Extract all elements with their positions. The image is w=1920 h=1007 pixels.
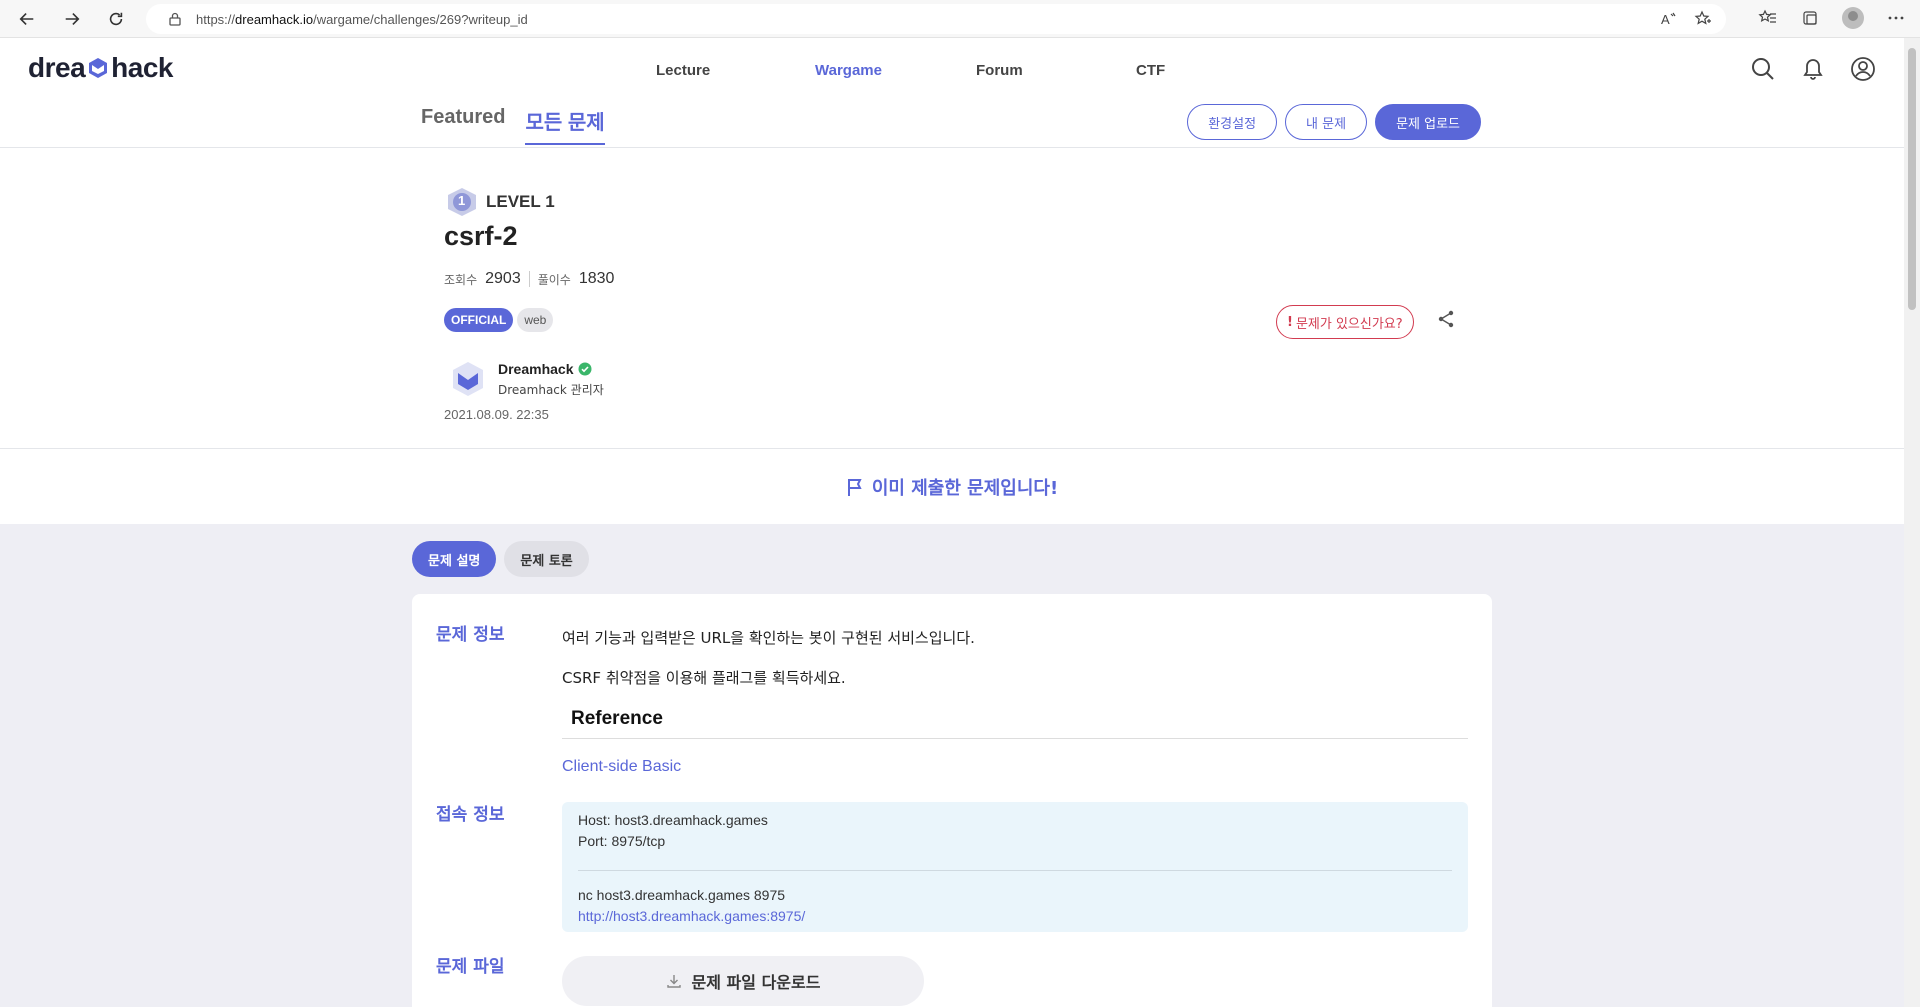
content-tabs: 문제 설명 문제 토론	[412, 541, 589, 577]
upload-problem-button[interactable]: 문제 업로드	[1375, 104, 1481, 140]
url-domain: dreamhack.io	[235, 11, 314, 27]
reference-link[interactable]: Client-side Basic	[562, 758, 681, 776]
url-text: https://dreamhack.io/wargame/challenges/…	[196, 12, 528, 27]
lock-icon	[169, 12, 181, 26]
conn-host: Host: host3.dreamhack.games	[578, 812, 768, 828]
exclamation-icon: !	[1287, 314, 1293, 330]
sub-tabs: Featured 모든 문제	[421, 106, 605, 145]
user-icon[interactable]	[1850, 56, 1876, 82]
created-date: 2021.08.09. 22:35	[444, 407, 549, 422]
info-line-1: 여러 기능과 입력받은 URL을 확인하는 봇이 구현된 서비스입니다.	[562, 629, 975, 647]
read-aloud-icon[interactable]: A	[1660, 10, 1678, 28]
author[interactable]: Dreamhack Dreamhack 관리자	[448, 359, 604, 399]
views-label: 조회수	[444, 272, 478, 287]
author-role: Dreamhack 관리자	[498, 382, 604, 397]
nav-forum[interactable]: Forum	[976, 62, 1023, 79]
solves-label: 풀이수	[537, 272, 571, 287]
bell-icon[interactable]	[1800, 56, 1826, 82]
conn-nc-command: nc host3.dreamhack.games 8975	[578, 887, 786, 903]
nav-ctf[interactable]: CTF	[1136, 62, 1165, 79]
logo-mark-icon	[89, 58, 108, 78]
download-file-button[interactable]: 문제 파일 다운로드	[562, 956, 924, 1006]
more-icon[interactable]	[1886, 8, 1906, 28]
share-icon[interactable]	[1436, 309, 1456, 329]
my-problems-button[interactable]: 내 문제	[1285, 104, 1368, 140]
info-section-label: 문제 정보	[436, 625, 505, 645]
submitted-banner: 이미 제출한 문제입니다!	[0, 450, 1904, 524]
level-indicator: 1 LEVEL 1	[444, 187, 555, 217]
connection-info-box: Host: host3.dreamhack.games Port: 8975/t…	[562, 802, 1468, 932]
level-number: 1	[458, 193, 466, 208]
author-avatar	[453, 362, 483, 396]
author-name: Dreamhack	[498, 360, 574, 377]
problem-card: 문제 정보 여러 기능과 입력받은 URL을 확인하는 봇이 구현된 서비스입니…	[412, 594, 1492, 1007]
reference-heading: Reference	[562, 708, 1468, 739]
tag-official[interactable]: OFFICIAL	[444, 308, 514, 332]
challenge-tags: OFFICIAL web	[444, 308, 554, 332]
logo-text-right: hack	[111, 52, 173, 83]
tab-featured[interactable]: Featured	[421, 106, 505, 145]
profile-avatar[interactable]	[1842, 7, 1864, 29]
logo-text-left: drea	[28, 52, 86, 83]
reload-icon	[109, 12, 123, 26]
verified-check-icon	[578, 362, 591, 375]
tag-web[interactable]: web	[517, 308, 554, 332]
report-label: 문제가 있으신가요?	[1295, 316, 1403, 332]
conn-divider	[578, 870, 1452, 871]
forward-button[interactable]	[61, 8, 83, 30]
dreamhack-logo[interactable]: drea hack	[28, 52, 173, 84]
challenge-header: 1 LEVEL 1 csrf-2 조회수 2903 풀이수 1830 OFFIC…	[0, 149, 1904, 449]
favorite-star-icon[interactable]	[1694, 10, 1712, 28]
scrollbar-thumb[interactable]	[1908, 48, 1916, 310]
level-label: LEVEL 1	[486, 192, 555, 211]
views-count: 2903	[485, 270, 521, 287]
info-line-2: CSRF 취약점을 이용해 플래그를 획득하세요.	[562, 669, 846, 687]
tab-discussion[interactable]: 문제 토론	[504, 541, 589, 577]
download-icon	[666, 975, 681, 988]
conn-port: Port: 8975/tcp	[578, 833, 666, 849]
report-problem-button[interactable]: ! 문제가 있으신가요?	[1276, 305, 1414, 339]
collections-icon[interactable]	[1800, 8, 1820, 28]
tab-all-problems[interactable]: 모든 문제	[525, 106, 605, 145]
nav-lecture[interactable]: Lecture	[656, 62, 710, 79]
download-label: 문제 파일 다운로드	[691, 973, 821, 992]
url-prefix: https://	[196, 11, 236, 27]
author-name-row: Dreamhack	[498, 361, 604, 377]
solves-count: 1830	[578, 270, 615, 287]
url-path: /wargame/challenges/269?writeup_id	[313, 11, 528, 27]
forward-arrow-icon	[65, 13, 80, 25]
connection-section-label: 접속 정보	[436, 805, 505, 825]
file-section-label: 문제 파일	[436, 957, 505, 977]
challenge-title: csrf-2	[444, 221, 518, 251]
back-button[interactable]	[16, 8, 38, 30]
site-header: drea hack Lecture Wargame Forum CTF Feat…	[0, 38, 1904, 148]
address-bar[interactable]: https://dreamhack.io/wargame/challenges/…	[146, 4, 1726, 34]
favorites-icon[interactable]	[1758, 8, 1778, 28]
svg-text:A: A	[1661, 12, 1670, 27]
tab-description[interactable]: 문제 설명	[412, 541, 497, 577]
submitted-text: 이미 제출한 문제입니다!	[871, 478, 1059, 499]
browser-toolbar: https://dreamhack.io/wargame/challenges/…	[0, 0, 1920, 38]
back-arrow-icon	[19, 13, 34, 25]
reload-button[interactable]	[105, 8, 127, 30]
conn-url-link[interactable]: http://host3.dreamhack.games:8975/	[578, 908, 1452, 929]
page-scrollbar[interactable]	[1904, 38, 1920, 1007]
stats-divider	[528, 271, 530, 287]
settings-button[interactable]: 환경설정	[1187, 104, 1278, 140]
challenge-stats: 조회수 2903 풀이수 1830	[444, 270, 614, 288]
nav-wargame[interactable]: Wargame	[815, 62, 882, 79]
search-icon[interactable]	[1750, 56, 1776, 82]
flag-icon	[847, 479, 862, 496]
